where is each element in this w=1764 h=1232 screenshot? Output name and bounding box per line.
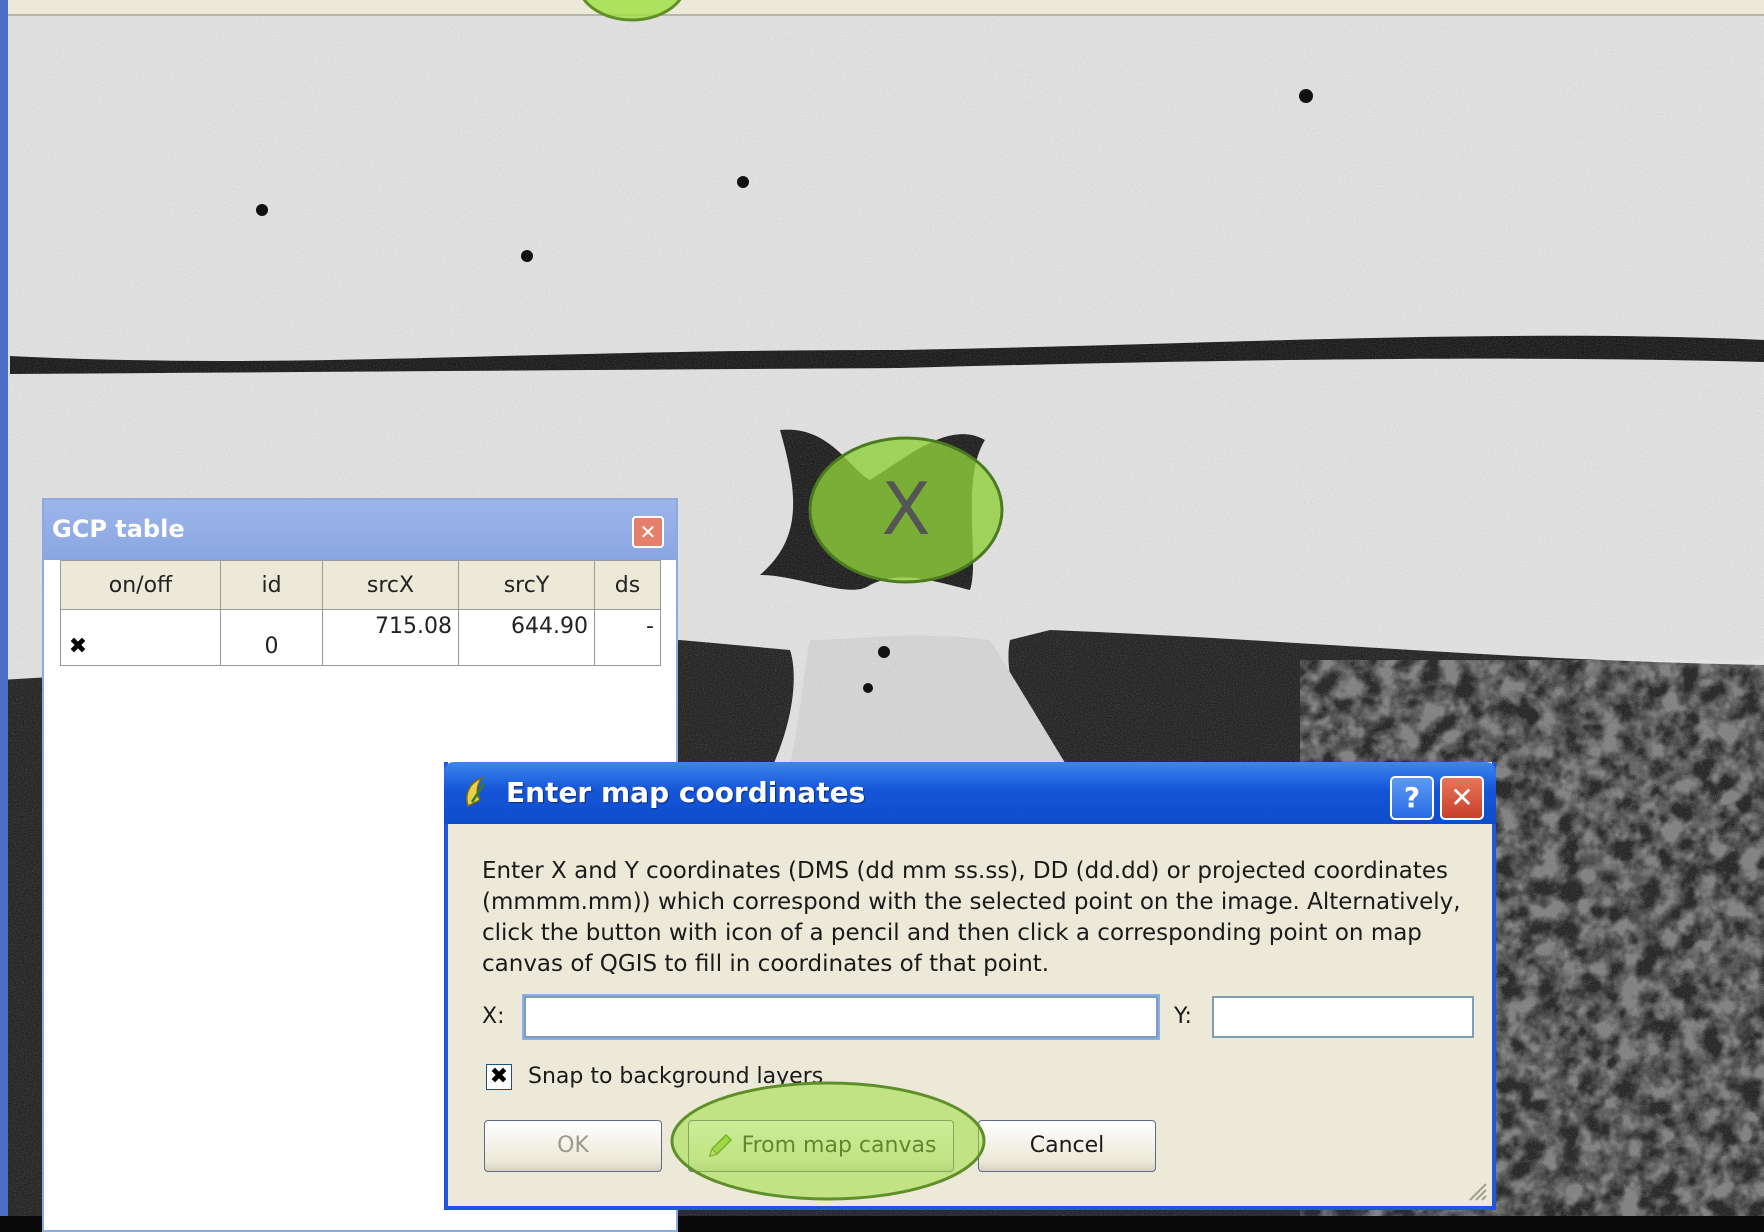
column-header-srcy[interactable]: srcY bbox=[458, 560, 595, 610]
id-cell: 0 bbox=[220, 609, 323, 666]
highlight-ellipse-top bbox=[582, 0, 682, 22]
enter-map-coordinates-dialog: Enter map coordinates ? ✕ Enter X and Y … bbox=[444, 762, 1496, 1210]
close-icon[interactable]: ✕ bbox=[1440, 776, 1484, 820]
table-row[interactable]: ✖ 0 715.08 644.90 - bbox=[60, 609, 661, 666]
pencil-icon bbox=[708, 1133, 732, 1158]
y-label: Y: bbox=[1174, 1004, 1192, 1029]
column-header-dst[interactable]: ds bbox=[594, 560, 661, 610]
srcx-cell[interactable]: 715.08 bbox=[322, 609, 459, 666]
cancel-button[interactable]: Cancel bbox=[978, 1120, 1156, 1172]
ok-button[interactable]: OK bbox=[484, 1120, 662, 1172]
y-coordinate-input[interactable] bbox=[1212, 996, 1474, 1038]
onoff-cell[interactable]: ✖ bbox=[60, 609, 221, 666]
gcp-table-close-icon[interactable]: ✕ bbox=[632, 516, 664, 548]
dialog-titlebar[interactable]: Enter map coordinates ? ✕ bbox=[444, 762, 1496, 824]
column-header-srcx[interactable]: srcX bbox=[322, 560, 459, 610]
srcy-cell[interactable]: 644.90 bbox=[458, 609, 595, 666]
x-coordinate-input[interactable] bbox=[524, 996, 1158, 1038]
x-label: X: bbox=[482, 1004, 505, 1029]
qgis-icon bbox=[466, 776, 486, 808]
enabled-checkbox[interactable]: ✖ bbox=[67, 636, 89, 658]
dialog-title: Enter map coordinates bbox=[506, 776, 866, 809]
from-map-canvas-label: From map canvas bbox=[741, 1133, 937, 1158]
gcp-table-header-row: on/off id srcX srcY ds bbox=[60, 560, 661, 610]
dialog-description: Enter X and Y coordinates (DMS (dd mm ss… bbox=[482, 858, 1461, 977]
column-header-id[interactable]: id bbox=[220, 560, 323, 610]
snap-checkbox[interactable]: ✖ bbox=[486, 1064, 512, 1090]
snap-label[interactable]: Snap to background layers bbox=[528, 1064, 823, 1089]
column-header-onoff[interactable]: on/off bbox=[60, 560, 221, 610]
from-map-canvas-button[interactable]: From map canvas bbox=[688, 1120, 954, 1172]
gcp-table-grid: on/off id srcX srcY ds ✖ 0 715.08 644.90… bbox=[60, 560, 661, 666]
dst-cell[interactable]: - bbox=[594, 609, 661, 666]
gcp-point-marker[interactable]: X bbox=[804, 430, 1008, 590]
resize-grip-icon[interactable] bbox=[1464, 1178, 1488, 1202]
gcp-table-titlebar[interactable]: GCP table ✕ bbox=[44, 500, 676, 560]
gcp-table-title: GCP table bbox=[52, 515, 185, 543]
gcp-marker-label: X bbox=[881, 467, 930, 551]
toolbar-edge bbox=[0, 0, 1764, 16]
help-icon[interactable]: ? bbox=[1390, 776, 1434, 820]
window-border bbox=[0, 0, 8, 1216]
